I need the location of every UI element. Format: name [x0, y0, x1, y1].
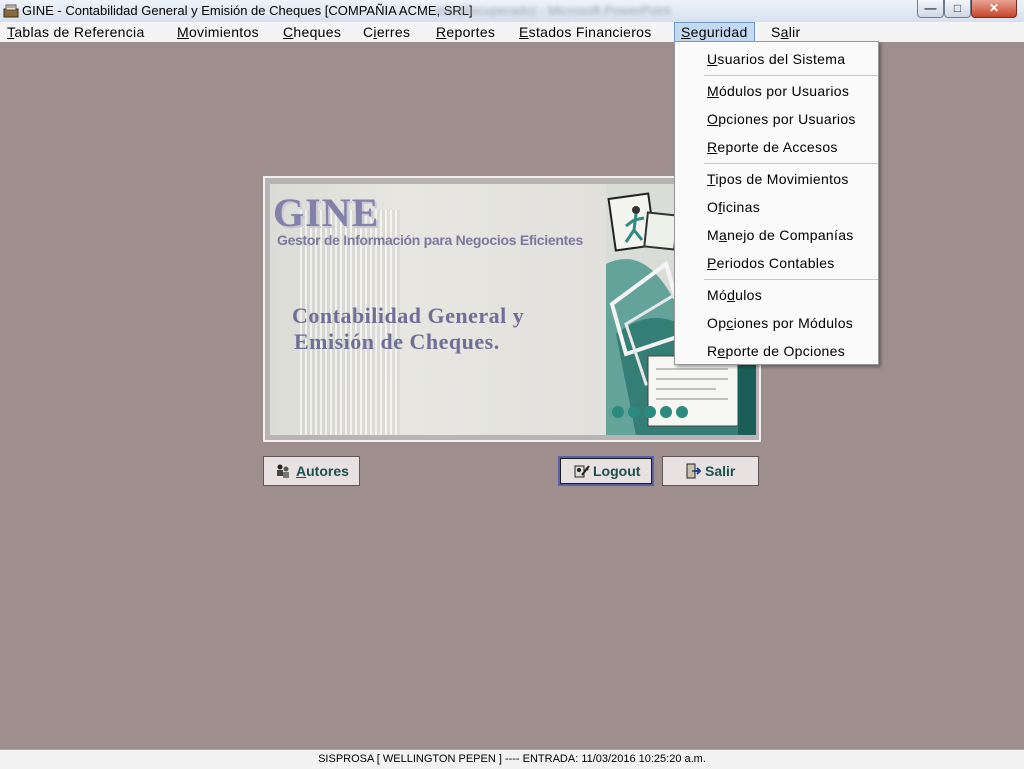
minimize-icon: —	[924, 1, 937, 15]
menu-cheques[interactable]: Cheques	[283, 22, 341, 42]
menu-item-usuarios-del-sistema[interactable]: Usuarios del Sistema	[707, 48, 845, 70]
menu-separator	[704, 75, 878, 76]
menu-seguridad[interactable]: Seguridad	[674, 22, 755, 42]
product-name-line1: Contabilidad General y	[292, 303, 525, 328]
menu-separator	[704, 279, 878, 280]
logout-label: Logout	[593, 463, 641, 479]
gine-subtitle: Gestor de Información para Negocios Efic…	[277, 232, 583, 248]
menu-item-reporte-de-accesos[interactable]: Reporte de Accesos	[707, 136, 838, 158]
product-name-line2: Emisión de Cheques.	[294, 329, 500, 354]
logout-button[interactable]: Logout	[558, 456, 654, 486]
menu-item-periodos-contables[interactable]: Periodos Contables	[707, 252, 835, 274]
seguridad-dropdown-menu: Usuarios del Sistema Módulos por Usuario…	[674, 41, 879, 365]
menu-cierres[interactable]: Cierres	[363, 22, 410, 42]
menu-reportes[interactable]: Reportes	[436, 22, 495, 42]
menu-item-opciones-por-usuarios[interactable]: Opciones por Usuarios	[707, 108, 856, 130]
menu-item-modulos[interactable]: Módulos	[707, 284, 762, 306]
menu-estados-financieros[interactable]: Estados Financieros	[519, 22, 652, 42]
close-button[interactable]: ✕	[971, 0, 1017, 18]
menu-item-manejo-de-companias[interactable]: Manejo de Companías	[707, 224, 854, 246]
menu-item-reporte-de-opciones[interactable]: Reporte de Opciones	[707, 340, 845, 362]
menu-item-oficinas[interactable]: Oficinas	[707, 196, 760, 218]
maximize-icon: □	[953, 1, 962, 15]
menu-item-opciones-por-modulos[interactable]: Opciones por Módulos	[707, 312, 853, 334]
menu-separator	[704, 163, 878, 164]
status-text: SISPROSA [ WELLINGTON PEPEN ] ---- ENTRA…	[318, 753, 706, 765]
salir-button[interactable]: Salir	[662, 456, 759, 486]
exit-door-icon	[686, 463, 701, 479]
key-user-icon	[574, 465, 590, 478]
gine-logo: GINE	[273, 190, 380, 235]
window-title: GINE - Contabilidad General y Emisión de…	[22, 3, 473, 18]
menu-movimientos[interactable]: Movimientos	[177, 22, 259, 42]
menu-bar: Tablas de Referencia Movimientos Cheques…	[0, 22, 1024, 42]
salir-label: Salir	[705, 463, 736, 479]
status-bar: SISPROSA [ WELLINGTON PEPEN ] ---- ENTRA…	[0, 749, 1024, 769]
app-icon[interactable]	[3, 3, 19, 18]
people-icon	[277, 464, 289, 478]
menu-salir[interactable]: Salir	[771, 22, 801, 42]
close-icon: ✕	[988, 1, 1000, 15]
menu-item-modulos-por-usuarios[interactable]: Módulos por Usuarios	[707, 80, 849, 102]
title-bar[interactable]: GINE - Contabilidad General y Emisión de…	[0, 0, 1024, 23]
menu-tablas-de-referencia[interactable]: Tablas de Referencia	[7, 22, 145, 42]
autores-label: Autores	[296, 463, 349, 479]
minimize-button[interactable]: —	[917, 0, 944, 18]
background-window-title: ...ión (Recuperado) - Microsoft PowerPoi…	[425, 3, 671, 18]
menu-item-tipos-de-movimientos[interactable]: Tipos de Movimientos	[707, 168, 849, 190]
maximize-button[interactable]: □	[944, 0, 971, 18]
autores-button[interactable]: Autores	[263, 456, 360, 486]
